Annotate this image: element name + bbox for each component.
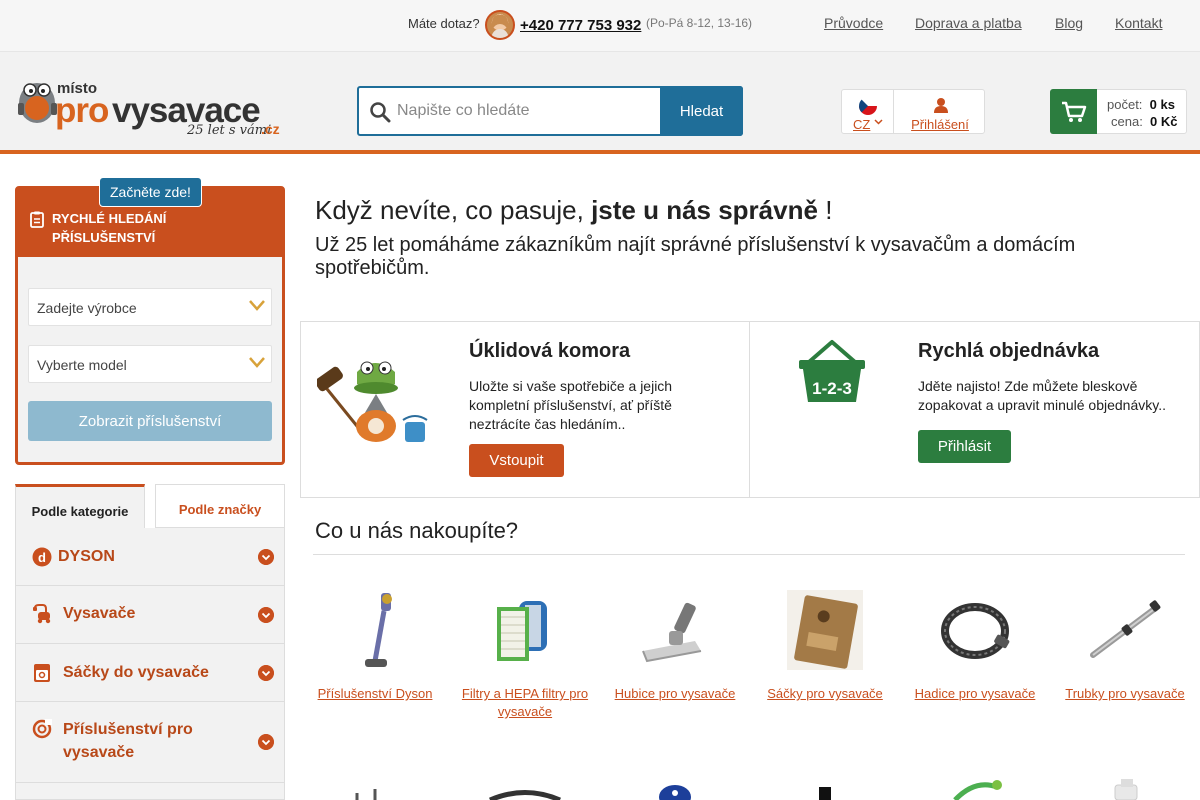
login-link[interactable]: Přihlášení bbox=[895, 90, 985, 133]
vacuum-icon bbox=[33, 604, 51, 624]
model-select[interactable]: Vyberte model bbox=[28, 345, 272, 383]
category-label: Sáčky do vysavače bbox=[63, 664, 209, 681]
product-label: Trubky pro vysavače bbox=[1065, 686, 1185, 701]
cart-widget[interactable]: počet: 0 ks cena: 0 Kč bbox=[1050, 89, 1187, 134]
mascot-icon bbox=[317, 361, 428, 442]
product-thumbnail-icon bbox=[355, 789, 377, 800]
product-thumbnail-icon bbox=[1114, 779, 1138, 800]
search-button[interactable]: Hledat bbox=[660, 86, 743, 136]
tube-icon bbox=[1090, 600, 1161, 658]
manufacturer-select[interactable]: Zadejte výrobce bbox=[28, 288, 272, 326]
hose-icon bbox=[941, 603, 1010, 659]
card-text: Uložte si vaše spotřebiče a jejich kompl… bbox=[469, 378, 673, 432]
top-bar: Máte dotaz? +420 777 753 932 (Po-Pá 8-12… bbox=[0, 0, 1200, 52]
product-thumbnail-icon bbox=[489, 790, 561, 800]
category-item-vacuums[interactable]: Vysavače bbox=[16, 586, 284, 644]
basket-123-icon: 1-2-3 bbox=[799, 340, 865, 402]
product-label: Sáčky pro vysavače bbox=[767, 686, 883, 701]
svg-text:25 let s vámi: 25 let s vámi bbox=[186, 123, 271, 138]
section-divider bbox=[313, 554, 1185, 555]
section-title: Co u nás nakoupíte? bbox=[315, 518, 519, 543]
product-thumbnail-icon bbox=[659, 785, 691, 800]
language-label: CZ bbox=[853, 117, 871, 132]
hepa-filter-icon bbox=[497, 601, 547, 661]
svg-text:.cz: .cz bbox=[261, 121, 280, 137]
model-select-label: Vyberte model bbox=[37, 357, 127, 373]
chevron-down-icon bbox=[258, 734, 274, 750]
svg-text:pro: pro bbox=[55, 91, 109, 130]
phone-link[interactable]: +420 777 753 932 bbox=[520, 17, 641, 34]
card-title: Rychlá objednávka bbox=[918, 340, 1100, 362]
chevron-down-icon bbox=[258, 607, 274, 623]
category-label: DYSON bbox=[58, 548, 115, 565]
cart-icon bbox=[1062, 101, 1087, 122]
show-accessories-button[interactable]: Zobrazit příslušenství bbox=[28, 401, 272, 441]
category-item-dyson[interactable]: d DYSON bbox=[16, 528, 284, 586]
clipboard-icon bbox=[30, 211, 44, 228]
product-thumbnail-icon bbox=[819, 787, 831, 800]
question-label: Máte dotaz? bbox=[408, 16, 480, 31]
hero-title: Když nevíte, co pasuje, jste u nás správ… bbox=[315, 195, 833, 225]
card-quick-order: 1-2-3 Rychlá objednávka Jděte najisto! Z… bbox=[749, 321, 1200, 498]
category-tabs: Podle kategorie Podle značky bbox=[15, 484, 285, 528]
dyson-logo-icon: d bbox=[32, 547, 52, 567]
card-text: Jděte najisto! Zde můžete bleskově zopak… bbox=[918, 378, 1166, 413]
search-bar: Hledat bbox=[357, 86, 743, 136]
vacuum-bag-icon bbox=[787, 590, 863, 670]
tab-by-category[interactable]: Podle kategorie bbox=[15, 484, 145, 528]
language-selector[interactable]: CZ bbox=[842, 90, 894, 133]
card-title: Úklidová komora bbox=[469, 340, 631, 362]
svg-text:1-2-3: 1-2-3 bbox=[812, 379, 852, 398]
support-avatar-icon bbox=[485, 10, 515, 40]
user-icon bbox=[934, 98, 948, 113]
cart-button[interactable] bbox=[1050, 89, 1097, 134]
enter-button[interactable]: Vstoupit bbox=[469, 444, 564, 477]
product-thumbnail-icon bbox=[953, 780, 1002, 800]
bag-icon bbox=[34, 664, 50, 682]
quick-search-panel: RYCHLÉ HLEDÁNÍ PŘÍSLUŠENSTVÍ Začněte zde… bbox=[15, 177, 285, 465]
accessory-icon bbox=[32, 719, 52, 739]
card-storage-room: Úklidová komora Uložte si vaše spotřebič… bbox=[300, 321, 750, 498]
language-login-box: CZ Přihlášení bbox=[841, 89, 985, 134]
tab-by-brand[interactable]: Podle značky bbox=[155, 484, 285, 528]
logo-mascot-icon bbox=[18, 83, 57, 123]
nav-link-contact[interactable]: Kontakt bbox=[1115, 15, 1162, 31]
category-list: d DYSON Vysavače Sáčky do vysavače Přísl… bbox=[15, 528, 285, 800]
svg-text:d: d bbox=[38, 550, 46, 565]
search-icon bbox=[370, 102, 391, 123]
nav-link-shipping[interactable]: Doprava a platba bbox=[915, 15, 1022, 31]
dyson-vacuum-icon bbox=[365, 593, 392, 667]
product-label: Hadice pro vysavače bbox=[914, 686, 1036, 701]
cart-count: počet: 0 ks bbox=[1107, 97, 1175, 112]
header: místo pro vysavace 25 let s vámi .cz Hle… bbox=[0, 52, 1200, 154]
site-logo[interactable]: místo pro vysavace 25 let s vámi .cz bbox=[15, 68, 290, 138]
czech-flag-icon bbox=[859, 97, 877, 115]
opening-hours: (Po-Pá 8-12, 13-16) bbox=[646, 16, 753, 30]
chevron-down-icon bbox=[874, 119, 883, 125]
chevron-down-icon bbox=[249, 357, 265, 368]
search-input[interactable] bbox=[395, 88, 660, 134]
category-label: Vysavače bbox=[63, 605, 136, 622]
cart-price: cena: 0 Kč bbox=[1111, 114, 1178, 129]
chevron-down-icon bbox=[258, 665, 274, 681]
login-button[interactable]: Přihlásit bbox=[918, 430, 1011, 463]
chevron-down-icon bbox=[249, 300, 265, 311]
quick-search-title: RYCHLÉ HLEDÁNÍ PŘÍSLUŠENSTVÍ bbox=[52, 211, 167, 245]
manufacturer-select-label: Zadejte výrobce bbox=[37, 300, 137, 316]
category-item-accessories[interactable]: Příslušenství pro vysavače bbox=[16, 702, 284, 783]
category-label: Příslušenství pro vysavače bbox=[63, 721, 193, 761]
nav-link-guide[interactable]: Průvodce bbox=[824, 15, 883, 31]
login-label: Přihlášení bbox=[911, 117, 969, 132]
product-label: Příslušenství Dyson bbox=[317, 686, 433, 701]
start-here-badge: Začněte zde! bbox=[99, 177, 202, 207]
chevron-down-icon bbox=[258, 549, 274, 565]
category-item-bags[interactable]: Sáčky do vysavače bbox=[16, 644, 284, 702]
nozzle-icon bbox=[642, 602, 702, 663]
hero-subtitle: Už 25 let pomáháme zákazníkům najít sprá… bbox=[315, 234, 1076, 279]
product-label: Hubice pro vysavače bbox=[614, 686, 736, 701]
product-label: Filtry a HEPA filtry pro vysavače bbox=[461, 686, 589, 719]
nav-link-blog[interactable]: Blog bbox=[1055, 15, 1083, 31]
